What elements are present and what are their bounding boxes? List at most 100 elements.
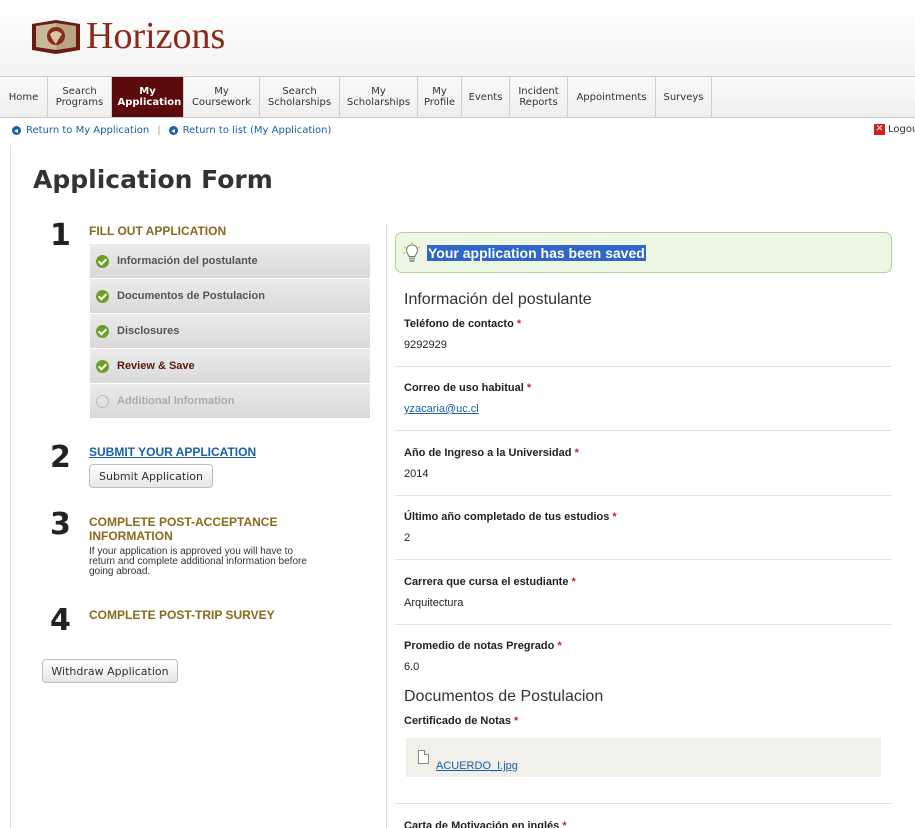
- check-circle-icon: [96, 359, 109, 373]
- field-divider: [395, 559, 892, 560]
- nav-label: Search Scholarships: [267, 86, 332, 108]
- checklist-item-additional-info: Additional Information: [90, 383, 370, 418]
- required-mark: *: [574, 447, 579, 459]
- field-divider: [395, 495, 892, 496]
- nav-appointments[interactable]: Appointments: [568, 77, 656, 117]
- checklist-label: Additional Information: [117, 395, 235, 407]
- field-label-ano-ingreso: Año de Ingreso a la Universidad *: [404, 447, 579, 459]
- alert-message: Your application has been saved: [427, 245, 646, 261]
- section-heading-documentos: Documentos de Postulacion: [404, 688, 604, 705]
- breadcrumb: Return to My Application | Return to lis…: [12, 125, 331, 136]
- field-label-carta: Carta de Motivación en inglés *: [404, 820, 567, 828]
- nav-my-application[interactable]: My Application: [112, 77, 184, 117]
- checklist-item-review-save[interactable]: Review & Save: [90, 348, 370, 383]
- column-divider: [386, 224, 387, 828]
- document-icon: [418, 750, 429, 764]
- application-checklist: Información del postulante Documentos de…: [90, 243, 370, 418]
- field-value-promedio: 6.0: [404, 661, 420, 673]
- nav-my-scholarships[interactable]: My Scholarships: [340, 77, 418, 117]
- book-logo-icon: [28, 16, 84, 56]
- nav-label: Surveys: [663, 91, 704, 103]
- label-text: Último año completado de tus estudios: [404, 511, 610, 523]
- field-label-correo: Correo de uso habitual *: [404, 382, 531, 394]
- step-4-number: 4: [50, 603, 71, 638]
- checklist-item-disclosures[interactable]: Disclosures: [90, 313, 370, 348]
- step-1-number: 1: [50, 218, 71, 253]
- success-alert: Your application has been saved: [395, 232, 892, 273]
- field-divider: [395, 430, 892, 431]
- nav-search-programs[interactable]: Search Programs: [48, 77, 112, 117]
- breadcrumb-separator: |: [157, 125, 161, 136]
- return-to-application-link[interactable]: Return to My Application: [26, 125, 149, 136]
- nav-label: My Coursework: [191, 86, 252, 108]
- arrow-left-circle-icon: [12, 126, 21, 135]
- logout-link[interactable]: ✕ Logout: [874, 124, 915, 135]
- nav-events[interactable]: Events: [462, 77, 510, 117]
- nav-surveys[interactable]: Surveys: [656, 77, 712, 117]
- nav-label: My Scholarships: [346, 86, 411, 108]
- label-text: Teléfono de contacto: [404, 318, 514, 330]
- email-link[interactable]: yzacaria@uc.cl: [404, 403, 479, 415]
- submit-application-button[interactable]: Submit Application: [89, 464, 213, 488]
- label-text: Carta de Motivación en inglés: [404, 820, 560, 828]
- required-mark: *: [612, 511, 617, 523]
- nav-home[interactable]: Home: [0, 77, 48, 117]
- logout-label: Logout: [888, 124, 915, 135]
- nav-my-coursework[interactable]: My Coursework: [184, 77, 260, 117]
- nav-label: Search Programs: [55, 86, 104, 108]
- step-3-title-line1: COMPLETE POST-ACCEPTANCE: [89, 515, 278, 529]
- field-label-certificado: Certificado de Notas *: [404, 715, 518, 727]
- field-value-carrera: Arquitectura: [404, 597, 464, 609]
- nav-label: Appointments: [576, 91, 647, 103]
- checklist-label: Review & Save: [117, 360, 195, 372]
- withdraw-application-button[interactable]: Withdraw Application: [42, 659, 178, 683]
- required-mark: *: [562, 820, 567, 828]
- check-circle-icon: [96, 289, 109, 303]
- lightbulb-icon: [402, 242, 422, 264]
- step-3-desc-line: going abroad.: [89, 566, 151, 577]
- checklist-item-documentos[interactable]: Documentos de Postulacion: [90, 278, 370, 313]
- field-label-promedio: Promedio de notas Pregrado *: [404, 640, 562, 652]
- submit-application-link[interactable]: SUBMIT YOUR APPLICATION: [89, 445, 256, 459]
- field-divider: [395, 366, 892, 367]
- required-mark: *: [571, 576, 576, 588]
- check-circle-icon: [96, 254, 109, 268]
- required-mark: *: [526, 382, 532, 394]
- file-attachment: ACUERDO_I.jpg: [406, 738, 881, 777]
- required-mark: *: [557, 640, 562, 652]
- page-title: Application Form: [33, 165, 273, 194]
- label-text: Correo de uso habitual: [404, 382, 524, 394]
- nav-label: Incident Reports: [518, 86, 559, 108]
- label-text: Certificado de Notas: [404, 715, 511, 727]
- field-value-telefono: 9292929: [404, 339, 447, 351]
- file-download-link[interactable]: ACUERDO_I.jpg: [436, 760, 518, 772]
- return-to-list-link[interactable]: Return to list (My Application): [183, 125, 332, 136]
- field-divider: [395, 624, 892, 625]
- nav-label: My Profile: [423, 86, 456, 108]
- required-mark: *: [514, 715, 519, 727]
- checklist-label: Información del postulante: [117, 255, 258, 267]
- section-heading-postulante: Información del postulante: [404, 291, 592, 308]
- logo[interactable]: Horizons: [28, 16, 225, 56]
- nav-search-scholarships[interactable]: Search Scholarships: [260, 77, 340, 117]
- field-value-ultimo-ano: 2: [404, 532, 411, 544]
- content-left-border: [10, 145, 11, 828]
- site-header: Horizons: [0, 0, 915, 76]
- field-label-ultimo-ano: Último año completado de tus estudios *: [404, 511, 617, 523]
- field-label-carrera: Carrera que cursa el estudiante *: [404, 576, 576, 588]
- field-label-telefono: Teléfono de contacto *: [404, 318, 521, 330]
- required-mark: *: [516, 318, 522, 330]
- empty-circle-icon: [96, 394, 109, 408]
- nav-label: My Application: [117, 86, 182, 108]
- step-3-description: If your application is approved you will…: [89, 547, 329, 577]
- nav-incident-reports[interactable]: Incident Reports: [510, 77, 568, 117]
- step-3-number: 3: [50, 507, 71, 542]
- nav-label: Events: [468, 91, 503, 103]
- label-text: Promedio de notas Pregrado: [404, 640, 555, 652]
- check-circle-icon: [96, 324, 109, 338]
- nav-label: Home: [8, 91, 39, 103]
- checklist-item-informacion[interactable]: Información del postulante: [90, 243, 370, 278]
- nav-my-profile[interactable]: My Profile: [418, 77, 462, 117]
- field-value-ano-ingreso: 2014: [404, 468, 429, 480]
- field-divider: [395, 803, 892, 804]
